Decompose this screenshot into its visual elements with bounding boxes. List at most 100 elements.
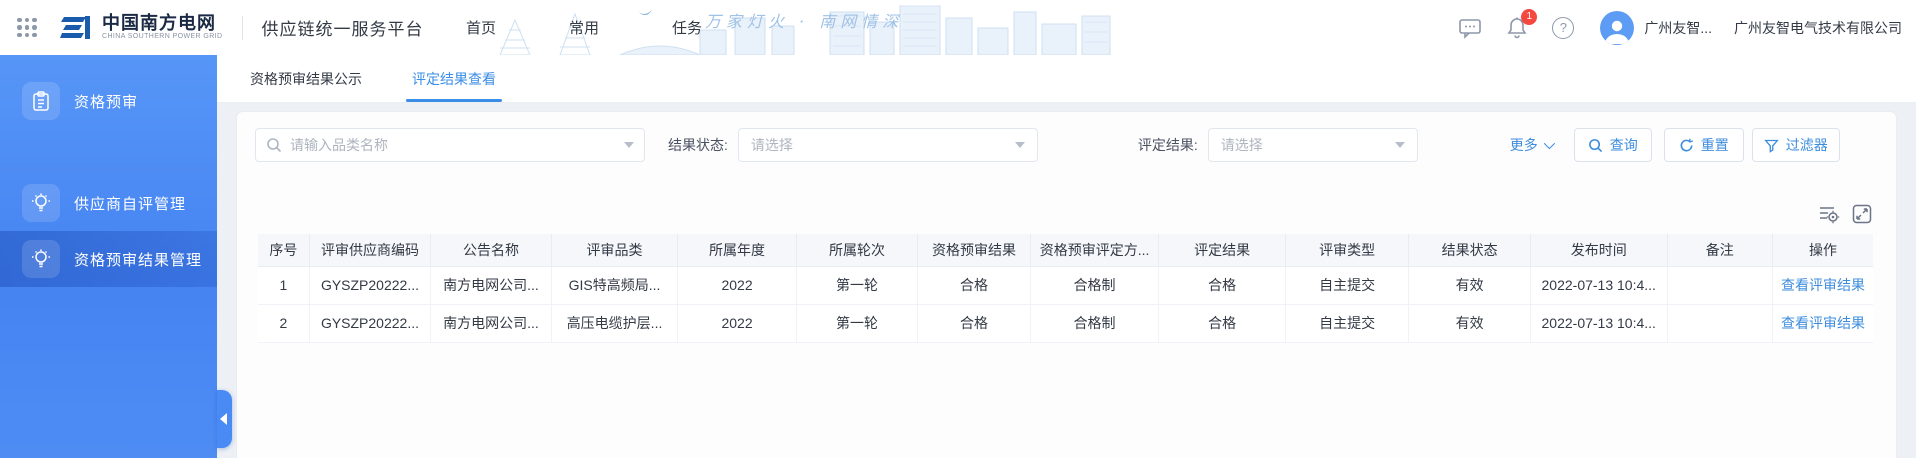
sidebar-item-label: 供应商自评管理	[74, 193, 186, 214]
tab-prequal-result-publicity[interactable]: 资格预审结果公示	[250, 55, 362, 102]
sidebar-item-prequalification[interactable]: 资格预审	[0, 73, 217, 129]
platform-title: 供应链统一服务平台	[261, 15, 423, 40]
search-icon	[1588, 138, 1603, 153]
cell-action: 查看评审结果	[1772, 304, 1873, 342]
col-eval-result: 评定结果	[1159, 234, 1286, 266]
result-status-select[interactable]: 请选择	[738, 128, 1038, 162]
reset-button[interactable]: 重置	[1664, 128, 1744, 162]
cell-eval-result: 合格	[1159, 266, 1286, 304]
cell-publish-time: 2022-07-13 10:4...	[1530, 266, 1667, 304]
tab-label: 评定结果查看	[412, 69, 496, 89]
filter-button[interactable]: 过滤器	[1752, 128, 1840, 162]
category-search-select[interactable]	[255, 128, 645, 162]
help-icon[interactable]: ?	[1552, 17, 1574, 39]
tab-evaluation-result-view[interactable]: 评定结果查看	[412, 55, 496, 102]
filter-button-label: 过滤器	[1786, 135, 1828, 155]
cell-seq: 2	[258, 304, 309, 342]
col-publish-time: 发布时间	[1530, 234, 1667, 266]
col-action: 操作	[1772, 234, 1873, 266]
sidebar-item-prequal-result-mgmt[interactable]: 资格预审结果管理	[0, 231, 217, 287]
bulb-icon	[22, 240, 60, 278]
cell-remark	[1667, 304, 1772, 342]
cell-supplier-code: GYSZP20222...	[309, 304, 431, 342]
category-search-input[interactable]	[290, 137, 624, 153]
sidebar-collapse-handle[interactable]	[217, 390, 232, 448]
query-button[interactable]: 查询	[1574, 128, 1652, 162]
sidebar-item-label: 资格预审	[74, 91, 138, 112]
results-table: 序号 评审供应商编码 公告名称 评审品类 所属年度 所属轮次 资格预审结果 资格…	[258, 234, 1873, 343]
user-name[interactable]: 广州友智...	[1644, 18, 1712, 38]
view-review-result-link[interactable]: 查看评审结果	[1781, 315, 1865, 331]
table-tools	[237, 204, 1872, 224]
nav-item-common[interactable]: 常用	[569, 17, 599, 38]
nav-item-home[interactable]: 首页	[466, 17, 496, 38]
cell-round: 第一轮	[796, 304, 918, 342]
cell-publish-time: 2022-07-13 10:4...	[1530, 304, 1667, 342]
column-settings-icon[interactable]	[1818, 204, 1840, 224]
col-prequal-result: 资格预审结果	[918, 234, 1030, 266]
col-review-type: 评审类型	[1285, 234, 1409, 266]
table-row: 1 GYSZP20222... 南方电网公司... GIS特高频局... 202…	[258, 266, 1873, 304]
header-brand-area: 中国南方电网 CHINA SOUTHERN POWER GRID 供应链统一服务…	[0, 11, 423, 45]
cell-seq: 1	[258, 266, 309, 304]
header-divider	[242, 16, 243, 40]
fullscreen-icon[interactable]	[1852, 204, 1872, 224]
cell-prequal-method: 合格制	[1030, 304, 1159, 342]
col-seq: 序号	[258, 234, 309, 266]
cell-review-category: 高压电缆护层...	[551, 304, 678, 342]
table-body: 1 GYSZP20222... 南方电网公司... GIS特高频局... 202…	[258, 266, 1873, 342]
col-supplier-code: 评审供应商编码	[309, 234, 431, 266]
search-icon	[266, 137, 282, 153]
clipboard-icon	[22, 82, 60, 120]
tab-label: 资格预审结果公示	[250, 69, 362, 89]
brand-subtitle: CHINA SOUTHERN POWER GRID	[102, 32, 222, 41]
main-area: 资格预审 供应商自评管理 资格预审结果管理	[0, 55, 1916, 458]
col-notice-name: 公告名称	[431, 234, 552, 266]
cell-remark	[1667, 266, 1772, 304]
more-label: 更多	[1510, 135, 1538, 155]
content-area: 资格预审结果公示 评定结果查看	[217, 55, 1916, 458]
nav-item-tasks[interactable]: 任务	[672, 17, 702, 38]
col-prequal-method: 资格预审评定方...	[1030, 234, 1159, 266]
bulb-icon	[22, 184, 60, 222]
table-row: 2 GYSZP20222... 南方电网公司... 高压电缆护层... 2022…	[258, 304, 1873, 342]
cell-review-type: 自主提交	[1285, 266, 1409, 304]
cell-prequal-result: 合格	[918, 266, 1030, 304]
evaluation-result-select[interactable]: 请选择	[1208, 128, 1418, 162]
header-nav: 首页 常用 任务	[466, 17, 775, 38]
sidebar-item-label: 资格预审结果管理	[74, 249, 202, 270]
cell-eval-result: 合格	[1159, 304, 1286, 342]
cell-notice-name: 南方电网公司...	[431, 266, 552, 304]
col-round: 所属轮次	[796, 234, 918, 266]
brand-name: 中国南方电网	[102, 14, 222, 32]
tab-bar: 资格预审结果公示 评定结果查看	[217, 55, 1916, 103]
notification-badge: 1	[1521, 9, 1537, 25]
sidebar-item-supplier-self-eval[interactable]: 供应商自评管理	[0, 175, 217, 231]
notification-bell-icon[interactable]: 1	[1506, 16, 1528, 40]
view-review-result-link[interactable]: 查看评审结果	[1781, 277, 1865, 293]
col-result-status: 结果状态	[1409, 234, 1531, 266]
sidebar: 资格预审 供应商自评管理 资格预审结果管理	[0, 55, 217, 458]
table-header-row: 序号 评审供应商编码 公告名称 评审品类 所属年度 所属轮次 资格预审结果 资格…	[258, 234, 1873, 266]
evaluation-result-label: 评定结果:	[1138, 135, 1198, 155]
cell-review-category: GIS特高频局...	[551, 266, 678, 304]
cell-result-status: 有效	[1409, 304, 1531, 342]
user-avatar[interactable]	[1600, 11, 1634, 45]
chevron-down-icon	[1395, 142, 1405, 148]
col-review-category: 评审品类	[551, 234, 678, 266]
company-name: 广州友智电气技术有限公司	[1734, 18, 1902, 38]
header-actions: 1 ? 广州友智... 广州友智电气技术有限公司	[1434, 11, 1902, 45]
chevron-down-icon	[1015, 142, 1025, 148]
select-placeholder: 请选择	[751, 135, 793, 155]
app-grid-menu-icon[interactable]	[14, 15, 40, 41]
cell-notice-name: 南方电网公司...	[431, 304, 552, 342]
cell-year: 2022	[678, 304, 797, 342]
more-filters-link[interactable]: 更多	[1510, 135, 1552, 155]
cell-result-status: 有效	[1409, 266, 1531, 304]
cell-prequal-result: 合格	[918, 304, 1030, 342]
col-remark: 备注	[1667, 234, 1772, 266]
cell-review-type: 自主提交	[1285, 304, 1409, 342]
message-icon[interactable]	[1458, 17, 1482, 39]
cell-round: 第一轮	[796, 266, 918, 304]
result-status-label: 结果状态:	[668, 135, 728, 155]
